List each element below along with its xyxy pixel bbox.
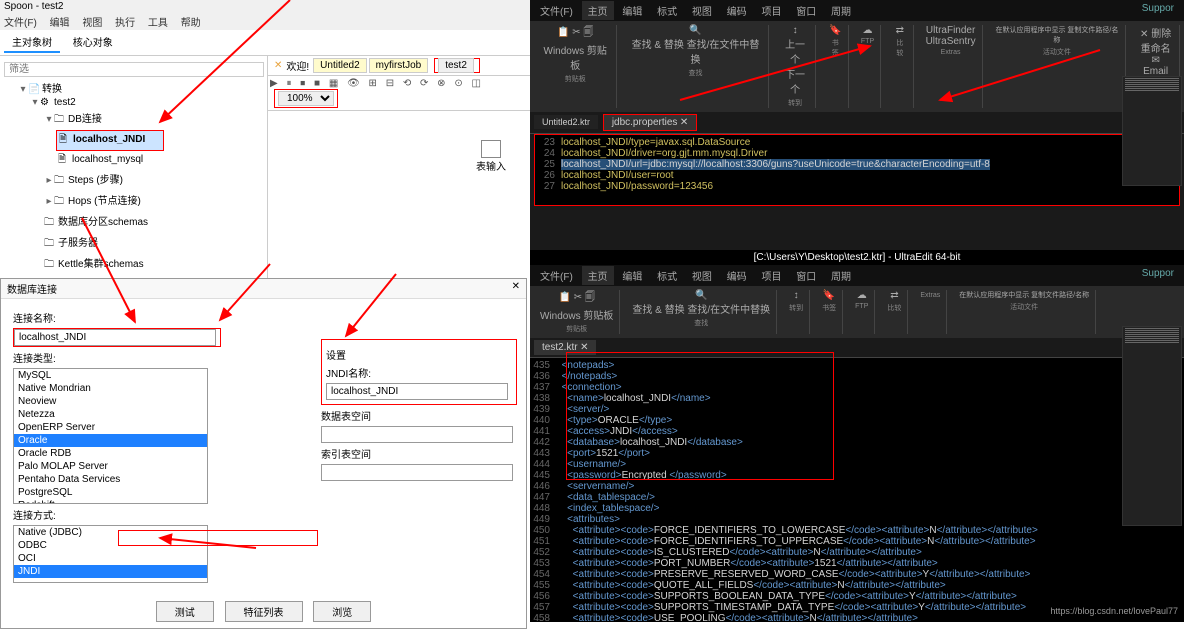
index-tablespace-label: 索引表空间 bbox=[321, 446, 517, 461]
type-option[interactable]: Netezza bbox=[14, 408, 207, 421]
window-title: [C:\Users\Y\Desktop\test2.ktr] - UltraEd… bbox=[530, 250, 1184, 265]
menu-help[interactable]: 帮助 bbox=[181, 18, 201, 29]
type-option[interactable]: Palo MOLAP Server bbox=[14, 460, 207, 473]
close-icon[interactable]: ✕ bbox=[680, 117, 688, 128]
tree-steps[interactable]: Steps (步骤) bbox=[68, 175, 123, 186]
window-title: Spoon - test2 bbox=[0, 0, 530, 13]
ultraedit-top: 文件(F) 主页 编辑 标式 视图 编码 项目 窗口 周期 Suppor 📋 ✂… bbox=[530, 0, 1184, 250]
tree-test2[interactable]: test2 bbox=[54, 97, 76, 108]
menu-exec[interactable]: 执行 bbox=[115, 18, 135, 29]
db-connection-dialog: 数据库连接✕ 连接名称: 连接类型: MySQLNative MondrianN… bbox=[0, 278, 527, 629]
code-editor[interactable]: 23localhost_JNDI/type=javax.sql.DataSour… bbox=[534, 134, 1180, 206]
settings-panel: 设置 JNDI名称: 数据表空间 索引表空间 bbox=[321, 339, 517, 481]
tab-myfirstjob[interactable]: myfirstJob bbox=[369, 58, 429, 73]
tab-core-objects[interactable]: 核心对象 bbox=[65, 32, 121, 51]
conn-option[interactable]: Native (JDBC) bbox=[14, 526, 207, 539]
tree-slaves[interactable]: 子服务器 bbox=[58, 238, 98, 249]
feature-list-button[interactable]: 特征列表 bbox=[225, 601, 303, 622]
type-option[interactable]: Pentaho Data Services bbox=[14, 473, 207, 486]
canvas-step[interactable]: 表输入 bbox=[476, 140, 506, 173]
browse-button[interactable]: 浏览 bbox=[313, 601, 371, 622]
menu-file[interactable]: 文件(F) bbox=[4, 18, 37, 29]
tree-mysql[interactable]: localhost_mysql bbox=[72, 154, 143, 165]
menu-view[interactable]: 视图 bbox=[82, 18, 102, 29]
jndi-name-label: JNDI名称: bbox=[326, 365, 512, 380]
spoon-window: Spoon - test2 文件(F) 编辑 视图 执行 工具 帮助 主对象树 … bbox=[0, 0, 530, 317]
minimap[interactable] bbox=[1122, 326, 1182, 526]
data-tablespace-input[interactable] bbox=[321, 426, 513, 443]
type-option[interactable]: Neoview bbox=[14, 395, 207, 408]
welcome-tab[interactable]: 欢迎! bbox=[286, 58, 309, 73]
index-tablespace-input[interactable] bbox=[321, 464, 513, 481]
tree-kettle[interactable]: Kettle集群schemas bbox=[58, 259, 144, 270]
xml-editor[interactable]: 435 <notepads>436 </notepads>437 <connec… bbox=[530, 358, 1184, 622]
type-option[interactable]: Oracle bbox=[14, 434, 207, 447]
conn-type-list[interactable]: MySQLNative MondrianNeoviewNetezzaOpenER… bbox=[13, 368, 208, 504]
ribbon-groups: 📋 ✂ 🗐Windows 剪贴板剪贴板 🔍查找 & 替换 查找/在文件中替换查找… bbox=[530, 21, 1184, 112]
menu-edit[interactable]: 编辑 bbox=[50, 18, 70, 29]
data-tablespace-label: 数据表空间 bbox=[321, 408, 517, 423]
close-icon[interactable]: ✕ bbox=[512, 281, 520, 296]
menu-tools[interactable]: 工具 bbox=[148, 18, 168, 29]
left-tabs: 主对象树 核心对象 bbox=[0, 30, 530, 56]
file-tab-untitled2[interactable]: Untitled2.ktr bbox=[534, 115, 598, 129]
ribbon-tabs[interactable]: 文件(F) 主页 编辑 标式 视图 编码 项目 窗口 周期 Suppor bbox=[534, 1, 1180, 20]
conn-option[interactable]: ODBC bbox=[14, 539, 207, 552]
tree-root[interactable]: 转换 bbox=[42, 84, 62, 95]
tree-hops[interactable]: Hops (节点连接) bbox=[68, 196, 141, 207]
type-option[interactable]: PostgreSQL bbox=[14, 486, 207, 499]
tab-untitled2[interactable]: Untitled2 bbox=[313, 58, 366, 73]
menu-bar[interactable]: 文件(F) 编辑 视图 执行 工具 帮助 bbox=[0, 13, 530, 30]
file-tab-jdbc[interactable]: jdbc.properties ✕ bbox=[603, 114, 698, 131]
type-option[interactable]: Redshift bbox=[14, 499, 207, 504]
conn-method-list[interactable]: Native (JDBC)ODBCOCIJNDI bbox=[13, 525, 208, 583]
conn-method-label: 连接方式: bbox=[13, 507, 514, 522]
watermark: https://blog.csdn.net/lovePaul77 bbox=[1050, 606, 1178, 616]
conn-option[interactable]: OCI bbox=[14, 552, 207, 565]
type-option[interactable]: Oracle RDB bbox=[14, 447, 207, 460]
type-option[interactable]: OpenERP Server bbox=[14, 421, 207, 434]
tree-schemas[interactable]: 数据库分区schemas bbox=[58, 217, 148, 228]
type-option[interactable]: MySQL bbox=[14, 369, 207, 382]
conn-option[interactable]: JNDI bbox=[14, 565, 207, 578]
jndi-name-input[interactable] bbox=[326, 383, 508, 400]
tab-test2[interactable]: test2 bbox=[438, 58, 474, 73]
tab-main-objects[interactable]: 主对象树 bbox=[4, 32, 60, 53]
test-button[interactable]: 测试 bbox=[156, 601, 214, 622]
canvas-toolbar[interactable]: ▶ ⏸ ⏹ ■ ▦ 👁 ⊞ ⊟ ⟲ ⟳ ⊗ ⊙ ◫ 100% bbox=[268, 75, 530, 111]
search-input[interactable] bbox=[4, 62, 264, 77]
minimap[interactable] bbox=[1122, 76, 1182, 186]
type-option[interactable]: Native Mondrian bbox=[14, 382, 207, 395]
tree-dbconn[interactable]: DB连接 bbox=[68, 114, 102, 125]
conn-name-input[interactable] bbox=[14, 329, 216, 346]
ultraedit-bottom: [C:\Users\Y\Desktop\test2.ktr] - UltraEd… bbox=[530, 250, 1184, 620]
conn-name-label: 连接名称: bbox=[13, 310, 514, 325]
file-tab-test2[interactable]: test2.ktr ✕ bbox=[534, 340, 596, 355]
close-icon[interactable]: ✕ bbox=[580, 342, 588, 353]
zoom-select[interactable]: 100% bbox=[278, 91, 334, 106]
dialog-title: 数据库连接 bbox=[7, 281, 57, 296]
tree-jndi[interactable]: localhost_JNDI bbox=[73, 134, 145, 145]
